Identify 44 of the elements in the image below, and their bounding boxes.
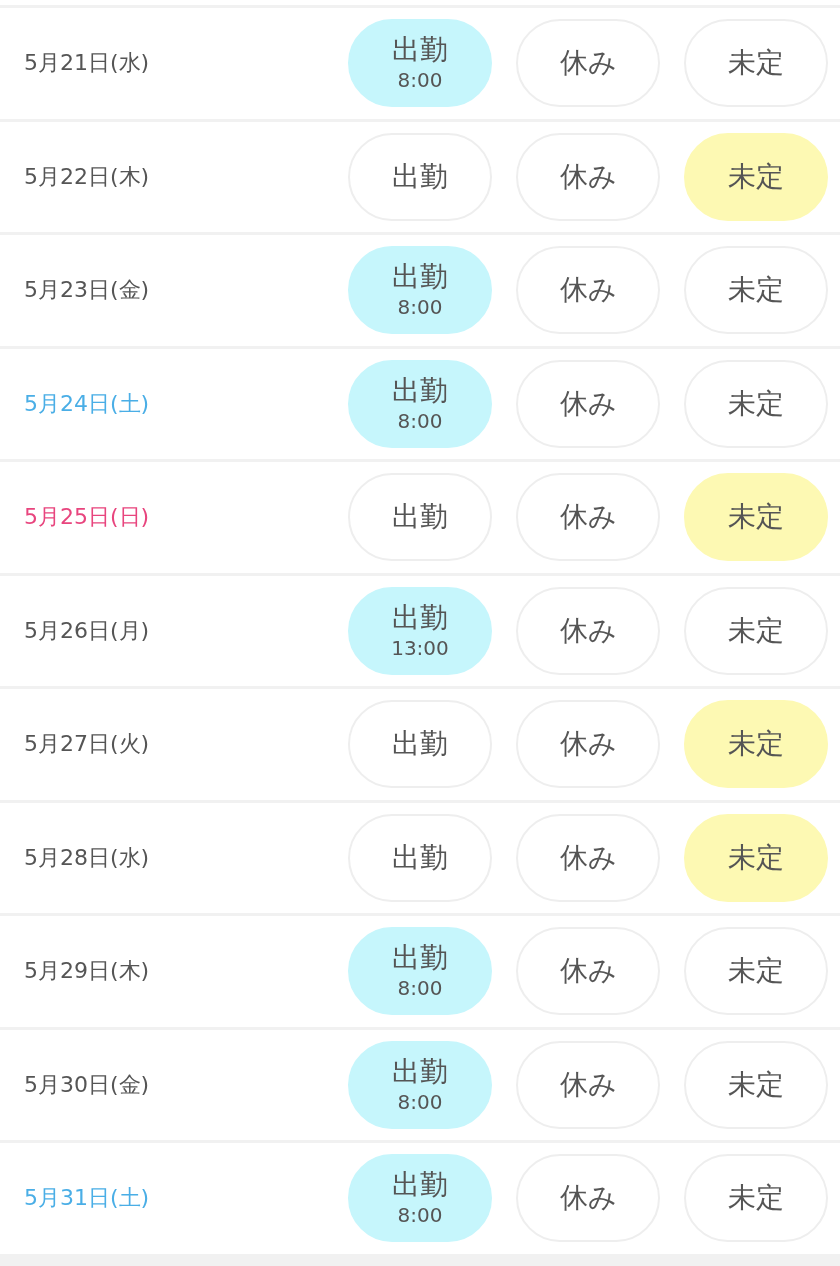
undecided-option-button[interactable]: 未定	[684, 246, 828, 335]
date-label: 5月25日(日)	[24, 503, 150, 532]
off-option-button[interactable]: 休み	[516, 1154, 660, 1243]
undecided-option-button[interactable]: 未定	[684, 1040, 828, 1129]
work-option-button[interactable]: 出勤 8:00	[348, 19, 492, 108]
work-option-button[interactable]: 出勤 8:00	[348, 1040, 492, 1129]
date-label: 5月27日(火)	[24, 730, 150, 759]
date-label: 5月22日(木)	[24, 162, 150, 191]
undecided-option-button[interactable]: 未定	[684, 813, 828, 902]
work-option-button[interactable]: 出勤	[348, 132, 492, 221]
undecided-option-button[interactable]: 未定	[684, 586, 828, 675]
off-option-button[interactable]: 休み	[516, 132, 660, 221]
off-option-button[interactable]: 休み	[516, 927, 660, 1016]
undecided-option-button[interactable]: 未定	[684, 473, 828, 562]
work-option-button[interactable]: 出勤	[348, 813, 492, 902]
work-option-button[interactable]: 出勤 8:00	[348, 359, 492, 448]
date-label: 5月26日(月)	[24, 616, 150, 645]
date-label: 5月31日(土)	[24, 1184, 150, 1213]
work-option-button[interactable]: 出勤 8:00	[348, 1154, 492, 1243]
work-option-button[interactable]: 出勤 13:00	[348, 586, 492, 675]
work-option-button[interactable]: 出勤 8:00	[348, 927, 492, 1016]
off-option-button[interactable]: 休み	[516, 473, 660, 562]
off-option-button[interactable]: 休み	[516, 246, 660, 335]
off-option-button[interactable]: 休み	[516, 359, 660, 448]
work-option-button[interactable]: 出勤	[348, 700, 492, 789]
work-option-button[interactable]: 出勤 8:00	[348, 246, 492, 335]
undecided-option-button[interactable]: 未定	[684, 19, 828, 108]
off-option-button[interactable]: 休み	[516, 19, 660, 108]
off-option-button[interactable]: 休み	[516, 813, 660, 902]
undecided-option-button[interactable]: 未定	[684, 1154, 828, 1243]
off-option-button[interactable]: 休み	[516, 586, 660, 675]
date-label: 5月30日(金)	[24, 1070, 150, 1099]
date-label: 5月24日(土)	[24, 389, 150, 418]
off-option-button[interactable]: 休み	[516, 1040, 660, 1129]
undecided-option-button[interactable]: 未定	[684, 700, 828, 789]
date-label: 5月21日(水)	[24, 49, 150, 78]
undecided-option-button[interactable]: 未定	[684, 927, 828, 1016]
undecided-option-button[interactable]: 未定	[684, 132, 828, 221]
date-label: 5月28日(水)	[24, 843, 150, 872]
date-label: 5月29日(木)	[24, 957, 150, 986]
undecided-option-button[interactable]: 未定	[684, 359, 828, 448]
work-option-button[interactable]: 出勤	[348, 473, 492, 562]
off-option-button[interactable]: 休み	[516, 700, 660, 789]
date-label: 5月23日(金)	[24, 276, 150, 305]
